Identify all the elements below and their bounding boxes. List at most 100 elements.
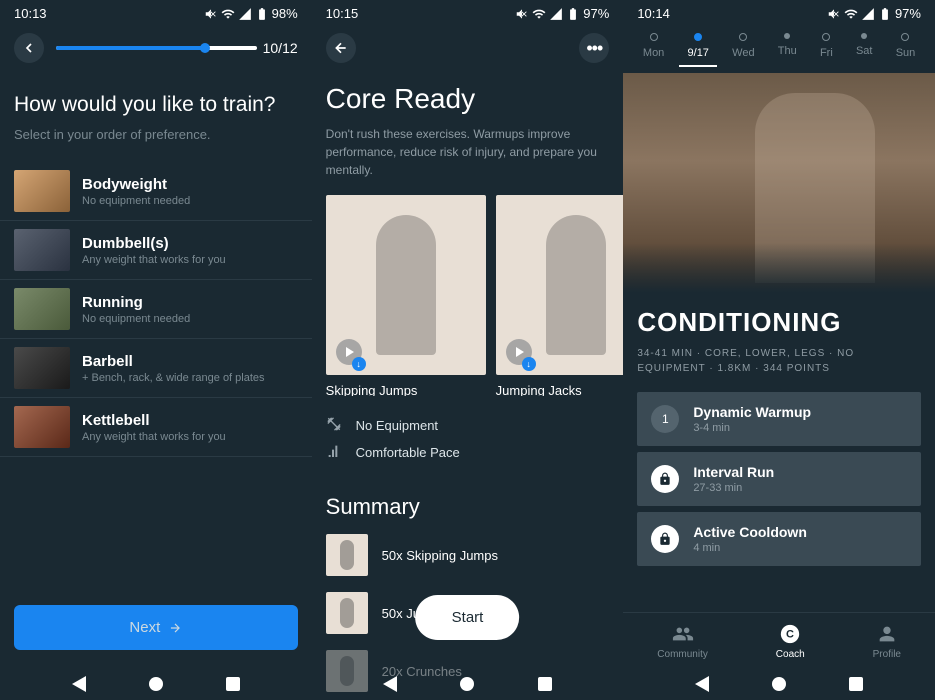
workout-title: Core Ready [312,73,624,121]
lock-icon [651,465,679,493]
train-option-bodyweight[interactable]: Bodyweight No equipment needed [0,162,312,221]
day-label: 9/17 [688,47,709,59]
train-name: Bodyweight [82,176,298,193]
status-bar: 10:15 97% [312,0,624,23]
train-desc: Any weight that works for you [82,254,298,266]
nav-recents-icon[interactable] [849,677,863,691]
train-thumb [14,347,70,389]
summary-text: 50x Skipping Jumps [382,548,498,563]
exercise-thumbnail: ↓ [326,195,486,375]
day-sat[interactable]: Sat [856,33,873,59]
tab-label: Coach [776,649,805,660]
start-button[interactable]: Start [416,595,520,640]
bottom-tab-bar: Community C Coach Profile [623,612,935,664]
day-wed[interactable]: Wed [732,33,754,59]
workout-metadata: 34-41 MIN · CORE, LOWER, LEGS · NO EQUIP… [623,346,935,392]
tab-coach[interactable]: C Coach [776,623,805,660]
workout-name: CONDITIONING [623,293,935,346]
status-bar: 10:14 97% [623,0,935,23]
exercise-label: Jumping Jacks [496,383,624,396]
summary-thumb [326,534,368,576]
train-option-kettlebell[interactable]: Kettlebell Any weight that works for you [0,398,312,457]
week-selector: Mon 9/17 Wed Thu Fri Sat Sun [623,23,935,63]
segment-duration: 3-4 min [693,422,907,434]
exercise-card-skipping-jumps[interactable]: ↓ Skipping Jumps [326,195,486,396]
train-option-barbell[interactable]: Barbell + Bench, rack, & wide range of p… [0,339,312,398]
summary-heading: Summary [312,476,624,526]
nav-recents-icon[interactable] [538,677,552,691]
train-option-dumbbell[interactable]: Dumbbell(s) Any weight that works for yo… [0,221,312,280]
segment-warmup[interactable]: 1 Dynamic Warmup 3-4 min [637,392,921,446]
download-icon[interactable]: ↓ [522,357,536,371]
workout-hero-image [623,73,935,293]
profile-icon [876,623,898,645]
back-button[interactable] [326,33,356,63]
summary-text: 50x Ju [382,606,420,621]
exercise-thumbnail: ↓ [496,195,624,375]
pace-icon [326,443,342,462]
exercise-label: Skipping Jumps [326,383,486,396]
nav-recents-icon[interactable] [226,677,240,691]
question-heading: How would you like to train? [0,73,312,123]
nav-back-icon[interactable] [695,676,709,692]
train-desc: No equipment needed [82,195,298,207]
equipment-icon [326,416,342,435]
meta-equipment: No Equipment [326,416,610,435]
wifi-icon [221,7,235,21]
tab-community[interactable]: Community [657,623,708,660]
segment-cooldown[interactable]: Active Cooldown 4 min [637,512,921,566]
question-subtitle: Select in your order of preference. [0,123,312,162]
mute-icon [515,7,529,21]
tab-label: Profile [873,649,901,660]
segment-interval-run[interactable]: Interval Run 27-33 min [637,452,921,506]
screen-conditioning: 10:14 97% Mon 9/17 Wed Thu Fri Sat Sun C… [623,0,935,700]
battery-icon [566,7,580,21]
segment-duration: 27-33 min [693,482,907,494]
train-desc: + Bench, rack, & wide range of plates [82,372,298,384]
battery-percent: 97% [583,6,609,21]
more-button[interactable]: ••• [579,33,609,63]
day-thu[interactable]: Thu [778,33,797,59]
nav-home-icon[interactable] [772,677,786,691]
nav-back-icon[interactable] [383,676,397,692]
svg-text:C: C [786,629,794,641]
day-sun[interactable]: Sun [896,33,916,59]
segment-name: Dynamic Warmup [693,404,907,420]
train-option-running[interactable]: Running No equipment needed [0,280,312,339]
next-button[interactable]: Next [14,605,298,650]
exercise-card-jumping-jacks[interactable]: ↓ Jumping Jacks [496,195,624,396]
clock: 10:15 [326,6,359,21]
android-nav-bar [312,664,624,700]
nav-home-icon[interactable] [460,677,474,691]
train-name: Kettlebell [82,412,298,429]
train-thumb [14,170,70,212]
day-selected[interactable]: 9/17 [688,33,709,59]
next-label: Next [129,619,160,636]
signal-icon [861,7,875,21]
lock-icon [651,525,679,553]
day-mon[interactable]: Mon [643,33,664,59]
tab-profile[interactable]: Profile [873,623,901,660]
progress-label: 10/12 [263,40,298,56]
clock: 10:13 [14,6,47,21]
train-name: Dumbbell(s) [82,235,298,252]
train-desc: Any weight that works for you [82,431,298,443]
summary-thumb [326,592,368,634]
day-label: Sat [856,45,873,57]
day-fri[interactable]: Fri [820,33,833,59]
segment-duration: 4 min [693,542,907,554]
battery-percent: 97% [895,6,921,21]
battery-icon [255,7,269,21]
battery-percent: 98% [272,6,298,21]
download-icon[interactable]: ↓ [352,357,366,371]
day-label: Wed [732,47,754,59]
battery-icon [878,7,892,21]
nav-back-icon[interactable] [72,676,86,692]
nav-home-icon[interactable] [149,677,163,691]
summary-item[interactable]: 50x Skipping Jumps [312,526,624,584]
train-name: Barbell [82,353,298,370]
signal-icon [549,7,563,21]
community-icon [672,623,694,645]
tab-label: Community [657,649,708,660]
back-button[interactable] [14,33,44,63]
